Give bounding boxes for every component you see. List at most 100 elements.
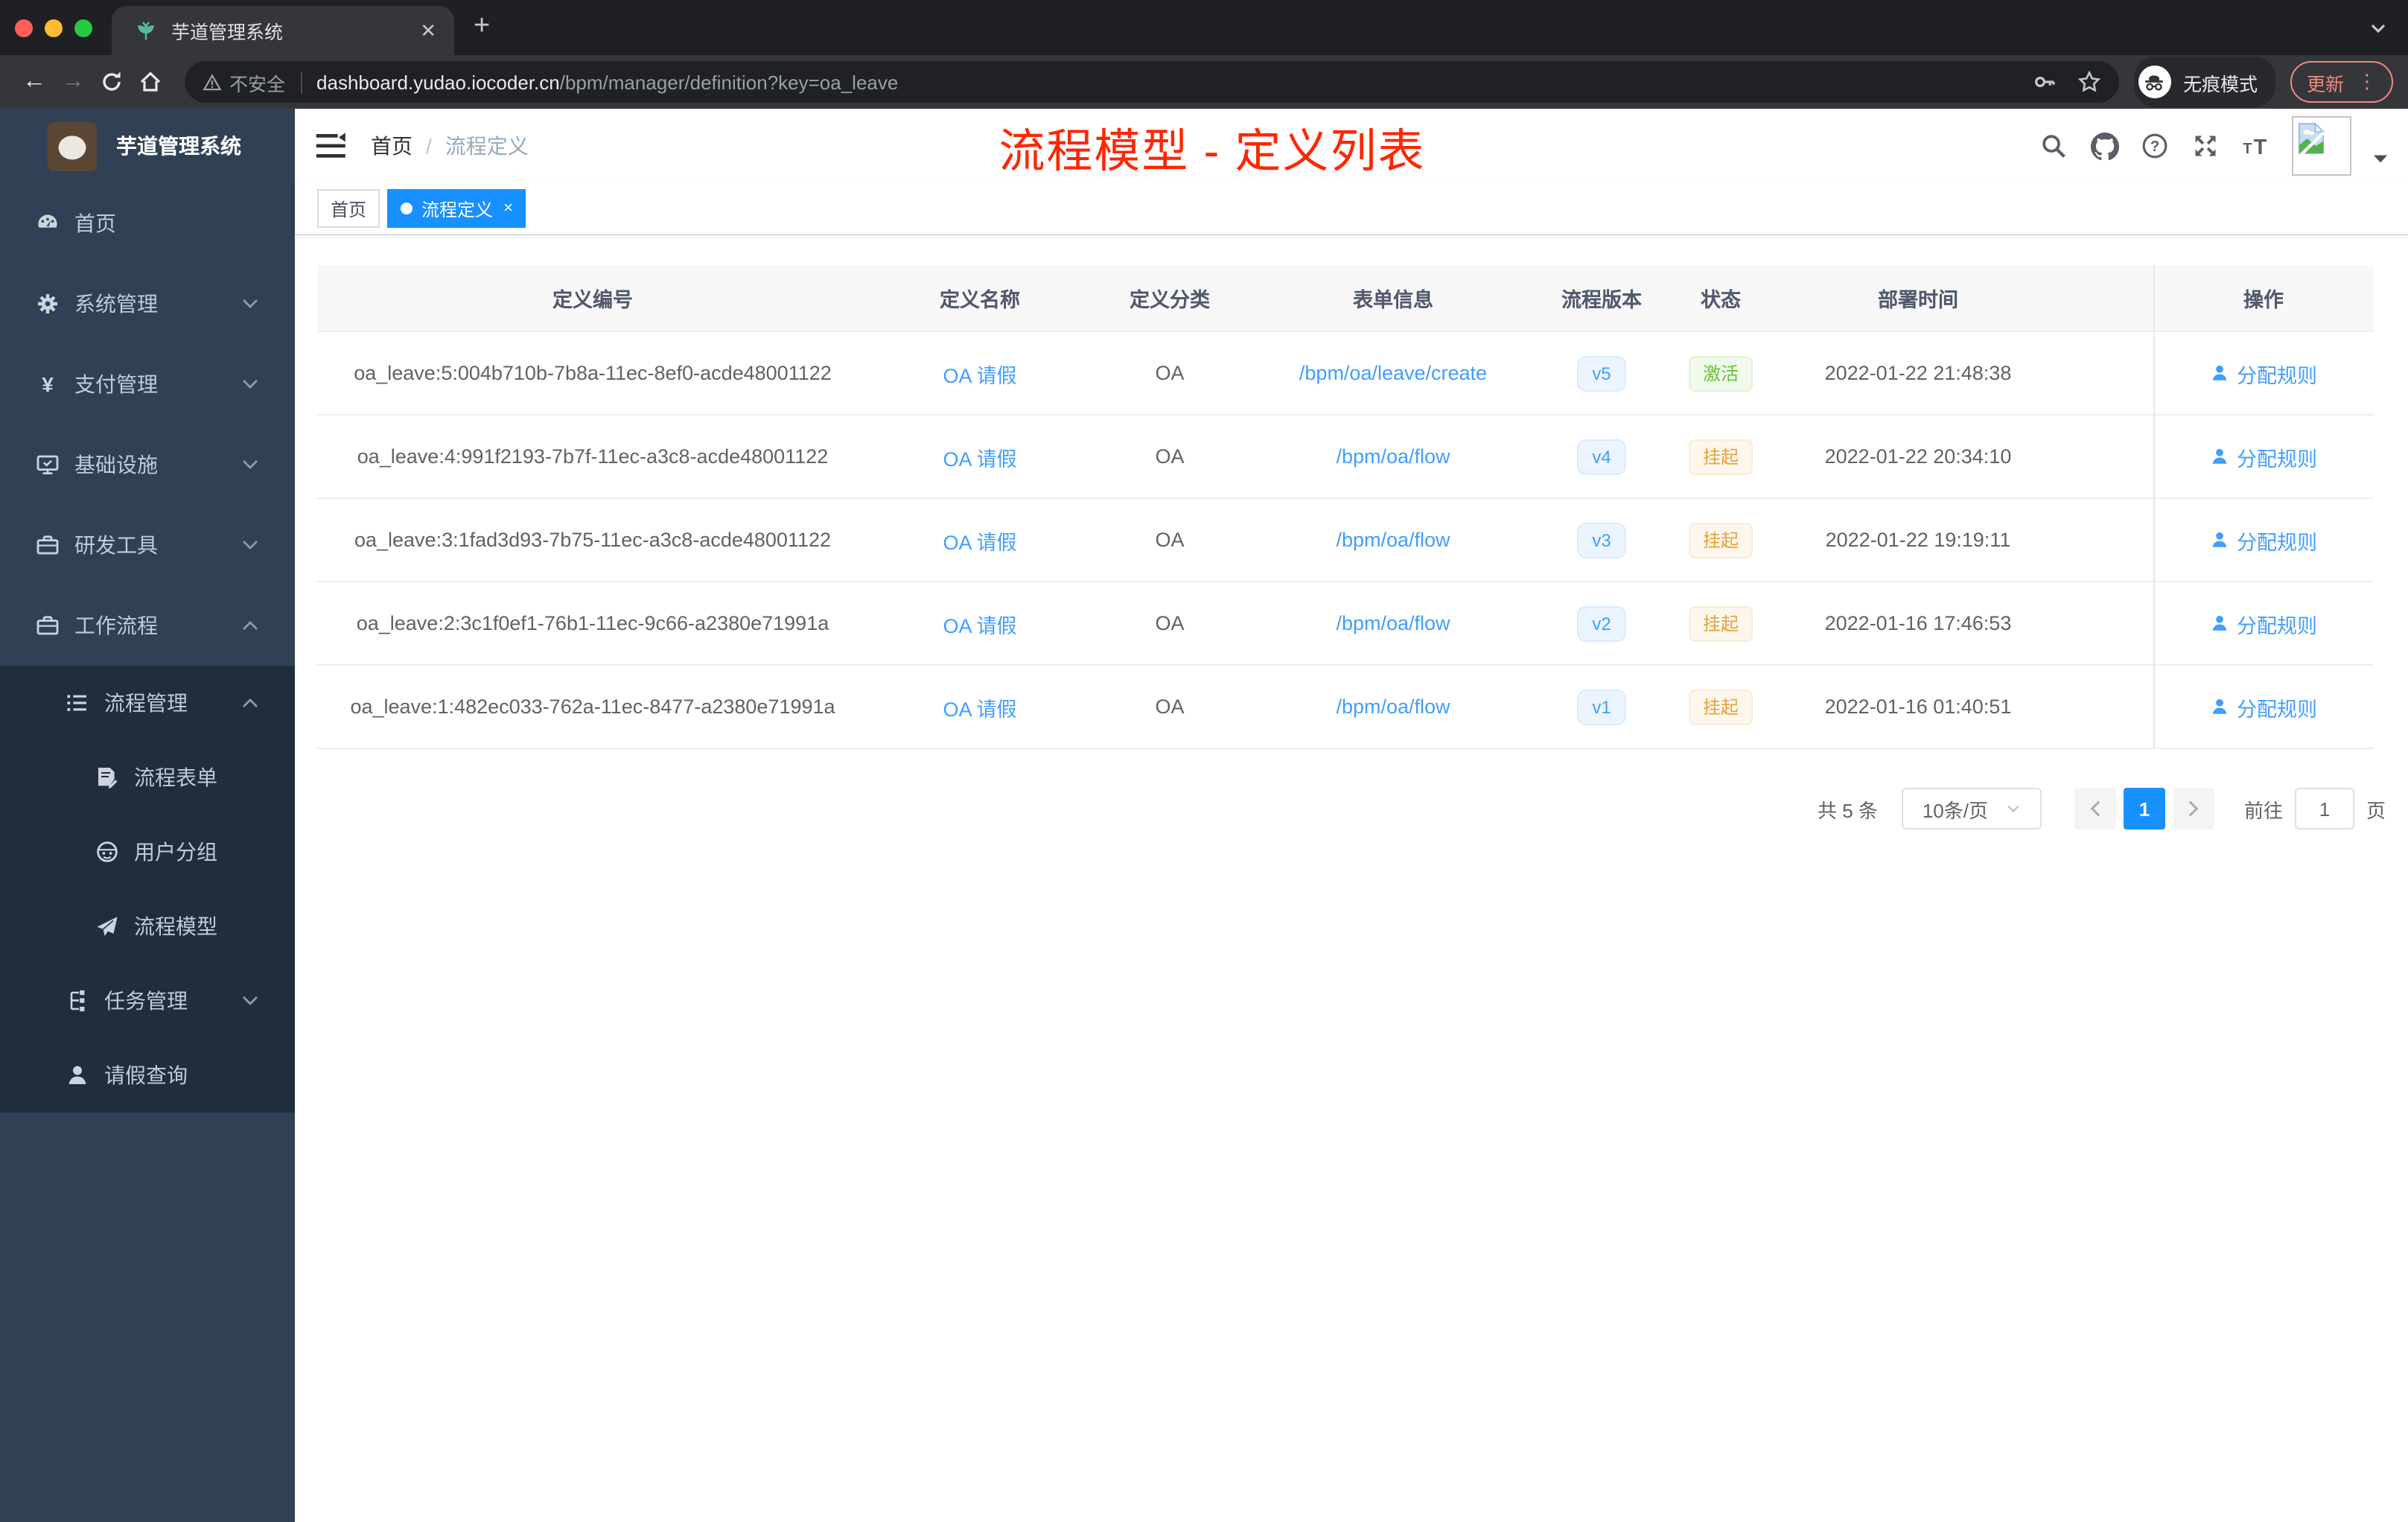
window-minimize-button[interactable] [45, 19, 63, 36]
cell-deploy-time: 2022-01-22 21:48:38 [1824, 362, 2012, 384]
window-close-button[interactable] [15, 19, 33, 36]
tag-close-icon[interactable]: × [503, 200, 513, 217]
cell-status-tag-badge: 挂起 [1689, 439, 1752, 474]
sidebar-item-process-model[interactable]: 流程模型 [0, 889, 295, 964]
form-link[interactable]: /bpm/oa/leave/create [1299, 362, 1487, 384]
cell-action: 分配规则 [2153, 499, 2374, 581]
table-row: oa_leave:2:3c1f0ef1-76b1-11ec-9c66-a2380… [317, 582, 2374, 666]
sidebar-item-task-management[interactable]: 任务管理 [0, 964, 295, 1038]
assign-rule-link[interactable]: 分配规则 [2210, 358, 2317, 388]
cell-deploy-time: 2022-01-22 19:19:11 [1825, 529, 2011, 551]
new-tab-button[interactable]: + [474, 9, 490, 45]
table-header-cell: 部署时间 [1878, 289, 1958, 311]
sidebar-item-label: 系统管理 [74, 292, 158, 316]
form-link[interactable]: /bpm/oa/flow [1336, 695, 1450, 718]
svg-text:¥: ¥ [42, 373, 54, 396]
cell-definition-name-link: OA 请假 [868, 332, 1092, 414]
browser-tab[interactable]: 芋道管理系统 ✕ [112, 6, 454, 55]
table-header-cell: 状态 [1701, 289, 1741, 311]
sidebar-item-process-management[interactable]: 流程管理 [0, 666, 295, 740]
sidebar-item-label: 任务管理 [104, 989, 188, 1013]
pagination-total: 共 5 条 [1818, 799, 1878, 821]
current-page-button[interactable]: 1 [2123, 788, 2165, 830]
window-zoom-button[interactable] [74, 19, 92, 36]
cell-deploy-time: 2022-01-22 20:34:10 [1824, 445, 2012, 468]
form-icon [95, 765, 119, 789]
home-button[interactable] [131, 63, 170, 101]
sidebar-item-user-group[interactable]: 用户分组 [0, 815, 295, 889]
tab-search-chevron-icon[interactable] [2369, 19, 2387, 37]
chevron-up-icon [241, 617, 259, 634]
url-host: dashboard.yudao.iocoder.cn [316, 71, 560, 93]
cell-definition-name-link: OA 请假 [868, 499, 1092, 581]
sidebar-item-system-management[interactable]: 系统管理 [0, 264, 295, 344]
tab-close-icon[interactable]: ✕ [417, 19, 439, 42]
cell-status-tag: 挂起 [1665, 499, 1777, 581]
assign-rule-link[interactable]: 分配规则 [2210, 442, 2317, 471]
sidebar-item-process-form[interactable]: 流程表单 [0, 740, 295, 815]
definition-name-link[interactable]: OA 请假 [943, 525, 1016, 555]
sidebar-item-label: 基础设施 [74, 453, 158, 477]
definition-name-link[interactable]: OA 请假 [943, 692, 1016, 722]
goto-page-input[interactable] [2294, 788, 2354, 830]
sidebar-item-workflow[interactable]: 工作流程 [0, 585, 295, 666]
assign-rule-link[interactable]: 分配规则 [2210, 525, 2317, 555]
chevron-down-icon [241, 456, 259, 474]
form-link[interactable]: /bpm/oa/flow [1336, 529, 1450, 551]
macos-traffic-lights [15, 19, 92, 36]
sidebar-item-home[interactable]: 首页 [0, 183, 295, 264]
assign-rule-link[interactable]: 分配规则 [2210, 608, 2317, 638]
form-link[interactable]: /bpm/oa/flow [1336, 612, 1450, 634]
definition-name-link[interactable]: OA 请假 [943, 608, 1016, 638]
page-size-select[interactable]: 10条/页 [1901, 788, 2042, 830]
cell-spacer [2060, 499, 2153, 581]
table-header-cell: 定义编号 [552, 289, 633, 311]
bookmark-star-icon[interactable] [2077, 70, 2101, 94]
fullscreen-icon[interactable] [2191, 131, 2220, 161]
sidebar-item-label: 流程模型 [134, 914, 217, 938]
warning-icon [203, 72, 222, 92]
security-status[interactable]: 不安全 [203, 68, 285, 96]
next-page-button[interactable] [2172, 788, 2214, 830]
table-row: oa_leave:1:482ec033-762a-11ec-8477-a2380… [317, 666, 2374, 749]
url-divider [300, 71, 302, 93]
sidebar-item-leave-query[interactable]: 请假查询 [0, 1038, 295, 1112]
person-icon [66, 1063, 89, 1087]
back-button[interactable]: ← [15, 63, 54, 101]
cell-form-link: /bpm/oa/flow [1248, 582, 1538, 664]
help-icon[interactable]: ? [2140, 131, 2170, 161]
prev-page-button[interactable] [2074, 788, 2116, 830]
assign-rule-link[interactable]: 分配规则 [2210, 692, 2317, 722]
search-icon[interactable] [2039, 131, 2068, 161]
breadcrumb-home[interactable]: 首页 [371, 131, 413, 161]
sidebar-logo-row[interactable]: 芋道管理系统 [0, 109, 295, 183]
reload-button[interactable] [92, 63, 131, 101]
navbar-actions: ? TT [2039, 116, 2389, 176]
browser-update-button[interactable]: 更新 ⋮ [2290, 61, 2393, 103]
svg-text:T: T [2254, 136, 2267, 159]
sidebar-item-dev-tools[interactable]: 研发工具 [0, 505, 295, 585]
hamburger-fold-icon[interactable] [314, 130, 347, 162]
cell-action: 分配规则 [2153, 582, 2374, 664]
sidebar-item-payment-management[interactable]: ¥ 支付管理 [0, 344, 295, 424]
avatar-caret-icon[interactable] [2372, 153, 2389, 165]
user-avatar[interactable] [2292, 116, 2351, 176]
org-tree-icon [66, 989, 89, 1013]
form-link[interactable]: /bpm/oa/flow [1336, 445, 1450, 468]
favicon-plant-icon [136, 20, 156, 41]
tag-流程定义[interactable]: 流程定义 × [387, 189, 526, 228]
font-size-icon[interactable]: TT [2241, 131, 2271, 161]
browser-menu-icon[interactable]: ⋮ [2357, 70, 2377, 94]
assign-person-icon [2210, 363, 2229, 383]
sidebar-item-infrastructure[interactable]: 基础设施 [0, 424, 295, 505]
url-bar[interactable]: 不安全 dashboard.yudao.iocoder.cn /bpm/mana… [185, 61, 2119, 103]
github-icon[interactable] [2089, 131, 2119, 161]
table-row: oa_leave:5:004b710b-7b8a-11ec-8ef0-acde4… [317, 332, 2374, 415]
key-icon[interactable] [2033, 70, 2057, 94]
definition-name-link[interactable]: OA 请假 [943, 442, 1016, 471]
forward-button[interactable]: → [54, 63, 92, 101]
table-header-spacer [2060, 265, 2153, 331]
tag-首页[interactable]: 首页 [317, 189, 380, 228]
definition-name-link[interactable]: OA 请假 [943, 358, 1016, 388]
app-title: 芋道管理系统 [116, 134, 241, 158]
